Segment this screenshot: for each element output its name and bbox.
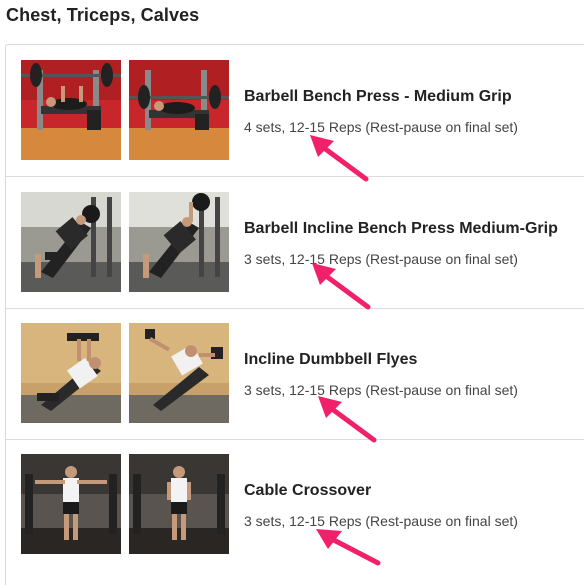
exercise-name[interactable]: Barbell Bench Press - Medium Grip [244,88,512,106]
exercise-list: Barbell Bench Press - Medium Grip 4 sets… [5,44,584,585]
exercise-image-start[interactable] [21,192,121,292]
annotation-arrow-icon [318,396,377,443]
exercise-row[interactable]: Barbell Incline Bench Press Medium-Grip … [6,177,584,310]
annotation-arrow-icon [312,263,371,310]
exercise-image-start[interactable] [21,60,121,160]
exercise-sets-reps: 3 sets, 12-15 Reps (Rest-pause on final … [244,251,518,267]
exercise-name[interactable]: Cable Crossover [244,482,371,500]
exercise-name[interactable]: Barbell Incline Bench Press Medium-Grip [244,220,558,238]
exercise-image-end[interactable] [129,323,229,423]
workout-title: Chest, Triceps, Calves [6,5,200,25]
exercise-row[interactable]: Barbell Bench Press - Medium Grip 4 sets… [6,45,584,182]
exercise-sets-reps: 4 sets, 12-15 Reps (Rest-pause on final … [244,119,518,135]
exercise-image-end[interactable] [129,192,229,292]
exercise-image-start[interactable] [21,323,121,423]
exercise-image-end[interactable] [129,60,229,160]
annotation-arrow-icon [316,529,381,566]
exercise-image-start[interactable] [21,454,121,554]
exercise-name[interactable]: Incline Dumbbell Flyes [244,351,417,369]
exercise-row[interactable]: Cable Crossover 3 sets, 12-15 Reps (Rest… [6,439,584,570]
exercise-row[interactable]: Incline Dumbbell Flyes 3 sets, 12-15 Rep… [6,308,584,443]
exercise-image-end[interactable] [129,454,229,554]
